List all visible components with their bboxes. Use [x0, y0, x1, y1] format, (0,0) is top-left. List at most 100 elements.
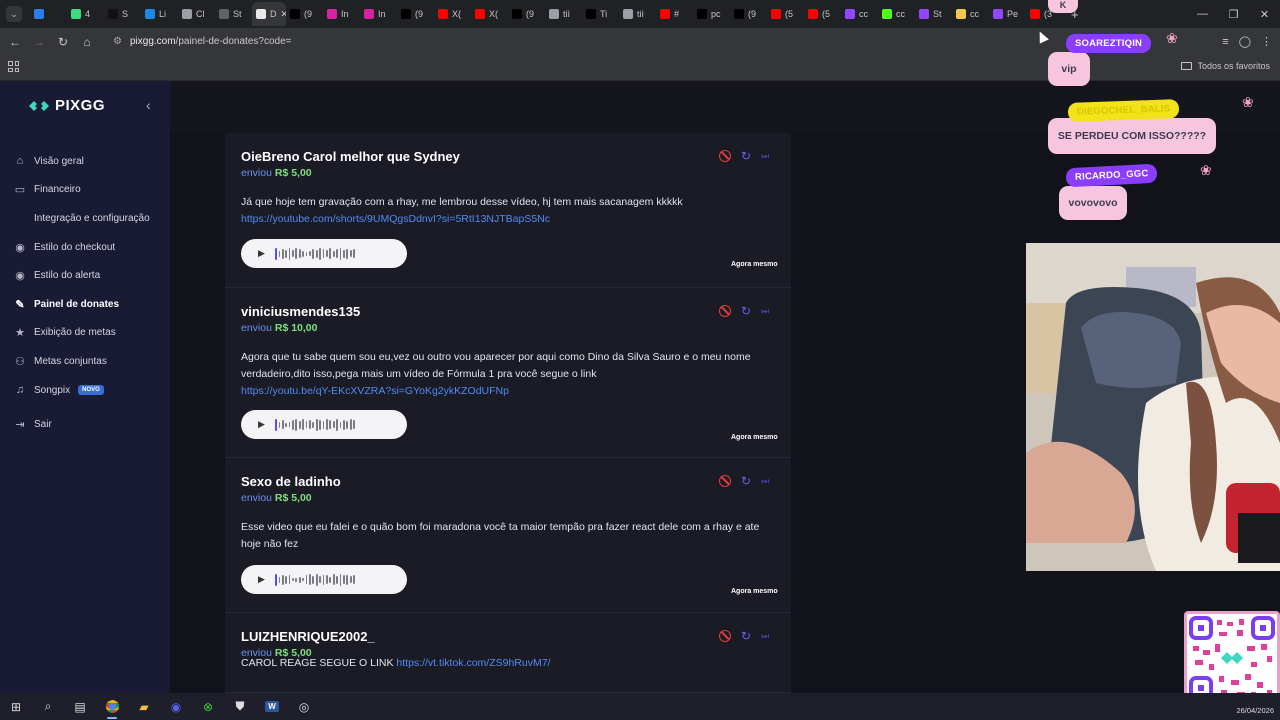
- file-explorer-icon[interactable]: ▰: [128, 693, 160, 720]
- reload-icon[interactable]: ↻: [51, 30, 75, 54]
- replay-icon[interactable]: ↻: [741, 630, 751, 642]
- browser-tab[interactable]: pc: [693, 2, 730, 26]
- chrome-icon[interactable]: [96, 693, 128, 720]
- block-icon[interactable]: [719, 475, 731, 487]
- media-controls-icon[interactable]: ≡: [1222, 36, 1228, 48]
- sidebar-item[interactable]: ⌂ Visão geral: [0, 147, 170, 176]
- tab-favicon-icon: [34, 9, 44, 19]
- browser-tab[interactable]: D ✕: [252, 2, 286, 26]
- audio-player[interactable]: ▶: [241, 410, 407, 439]
- browser-tab[interactable]: 4: [67, 2, 104, 26]
- audio-player[interactable]: ▶: [241, 239, 407, 268]
- sidebar-item[interactable]: Integração e configuração: [0, 204, 170, 233]
- sidebar-item-label: Metas conjuntas: [34, 355, 107, 367]
- sidebar-item[interactable]: ✎ Painel de donates: [0, 290, 170, 319]
- amount-value: R$ 5,00: [274, 167, 312, 179]
- browser-tab[interactable]: In: [360, 2, 397, 26]
- security-icon[interactable]: ⛊: [224, 693, 256, 720]
- menu-icon[interactable]: ⋮: [1261, 35, 1272, 48]
- browser-tab[interactable]: #: [656, 2, 693, 26]
- pixgg-logo[interactable]: PIXGG: [28, 97, 105, 114]
- windows-start-icon[interactable]: ⊞: [0, 693, 32, 720]
- browser-tab[interactable]: cc: [878, 2, 915, 26]
- minimize-icon[interactable]: —: [1187, 0, 1218, 28]
- replay-icon[interactable]: ↻: [741, 150, 751, 162]
- wave-bar: [305, 251, 308, 256]
- play-icon[interactable]: ▶: [258, 248, 265, 259]
- search-icon[interactable]: ⌕: [32, 693, 64, 720]
- skip-icon[interactable]: ⏭: [761, 151, 769, 162]
- obs-icon[interactable]: ◎: [288, 693, 320, 720]
- sidebar-item[interactable]: ▭ Financeiro: [0, 176, 170, 205]
- browser-tab[interactable]: [30, 2, 67, 26]
- browser-tab[interactable]: (9: [508, 2, 545, 26]
- back-icon[interactable]: ←: [3, 30, 27, 54]
- sidebar-item[interactable]: ◉ Estilo do alerta: [0, 261, 170, 290]
- browser-tab[interactable]: (5: [767, 2, 804, 26]
- home-page-icon[interactable]: ⌂: [75, 30, 99, 54]
- skip-icon[interactable]: ⏭: [761, 476, 769, 487]
- tab-favicon-icon: [364, 9, 374, 19]
- browser-tab[interactable]: (5: [804, 2, 841, 26]
- discord-icon[interactable]: ◉: [160, 693, 192, 720]
- sidebar-item[interactable]: ♫ Songpix NOVO: [0, 376, 170, 405]
- play-icon[interactable]: ▶: [258, 419, 265, 430]
- skip-icon[interactable]: ⏭: [761, 306, 769, 317]
- tab-search-icon[interactable]: ⌄: [6, 6, 22, 22]
- wave-bar: [349, 419, 352, 430]
- browser-tab[interactable]: tiì: [545, 2, 582, 26]
- audio-player[interactable]: ▶: [241, 565, 407, 594]
- browser-tab[interactable]: tiì: [619, 2, 656, 26]
- donate-link[interactable]: https://vt.tiktok.com/ZS9hRuvM7/: [396, 657, 550, 669]
- block-icon[interactable]: [719, 305, 731, 317]
- browser-tab[interactable]: S: [104, 2, 141, 26]
- playhead[interactable]: [274, 573, 277, 586]
- browser-tab[interactable]: X(: [434, 2, 471, 26]
- forward-icon[interactable]: →: [27, 30, 51, 54]
- browser-tab[interactable]: Cl: [178, 2, 215, 26]
- all-favorites-button[interactable]: Todos os favoritos: [1181, 61, 1270, 71]
- tab-label: Ti: [600, 9, 608, 19]
- sidebar-item[interactable]: ★ Exibição de metas: [0, 319, 170, 348]
- collapse-sidebar-icon[interactable]: ‹: [146, 97, 151, 113]
- browser-tab[interactable]: (9: [286, 2, 323, 26]
- browser-tab[interactable]: Li: [141, 2, 178, 26]
- word-icon[interactable]: W: [256, 693, 288, 720]
- donate-link[interactable]: https://youtu.be/qY-EKcXVZRA?si=GYoKg2yk…: [241, 385, 509, 397]
- sidebar-item[interactable]: ⇥ Sair: [0, 410, 170, 439]
- tab-label: S: [122, 9, 129, 19]
- playhead[interactable]: [274, 247, 277, 260]
- wave-bar: [295, 577, 298, 582]
- apps-icon[interactable]: [8, 61, 19, 72]
- restore-icon[interactable]: ❐: [1218, 0, 1249, 28]
- sidebar-item[interactable]: ⚇ Metas conjuntas: [0, 347, 170, 376]
- profile-icon[interactable]: ◯: [1239, 35, 1251, 48]
- browser-tab[interactable]: Ti: [582, 2, 619, 26]
- block-icon[interactable]: [719, 150, 731, 162]
- playhead[interactable]: [274, 418, 277, 431]
- close-window-icon[interactable]: ✕: [1249, 0, 1280, 28]
- browser-tab[interactable]: In: [323, 2, 360, 26]
- replay-icon[interactable]: ↻: [741, 305, 751, 317]
- site-info-icon[interactable]: ⚙: [113, 36, 122, 47]
- block-icon[interactable]: [719, 630, 731, 642]
- browser-tab[interactable]: Pe: [989, 2, 1026, 26]
- skip-icon[interactable]: ⏭: [761, 631, 769, 642]
- browser-tab[interactable]: cc: [952, 2, 989, 26]
- browser-tab[interactable]: (9: [397, 2, 434, 26]
- browser-tab[interactable]: St: [915, 2, 952, 26]
- tab-label: In: [341, 9, 349, 19]
- browser-tab[interactable]: St: [215, 2, 252, 26]
- browser-tab[interactable]: cc: [841, 2, 878, 26]
- browser-tab[interactable]: (9: [730, 2, 767, 26]
- browser-tab[interactable]: X(: [471, 2, 508, 26]
- replay-icon[interactable]: ↻: [741, 475, 751, 487]
- sidebar-item[interactable]: ◉ Estilo do checkout: [0, 233, 170, 262]
- tab-label: Cl: [196, 9, 205, 19]
- xbox-icon[interactable]: ⊗: [192, 693, 224, 720]
- play-icon[interactable]: ▶: [258, 574, 265, 585]
- task-view-icon[interactable]: ▤: [64, 693, 96, 720]
- wave-bar: [302, 419, 305, 430]
- donate-time: Agora mesmo: [731, 434, 778, 441]
- donate-link[interactable]: https://youtube.com/shorts/9UMQgsDdnvI?s…: [241, 213, 550, 225]
